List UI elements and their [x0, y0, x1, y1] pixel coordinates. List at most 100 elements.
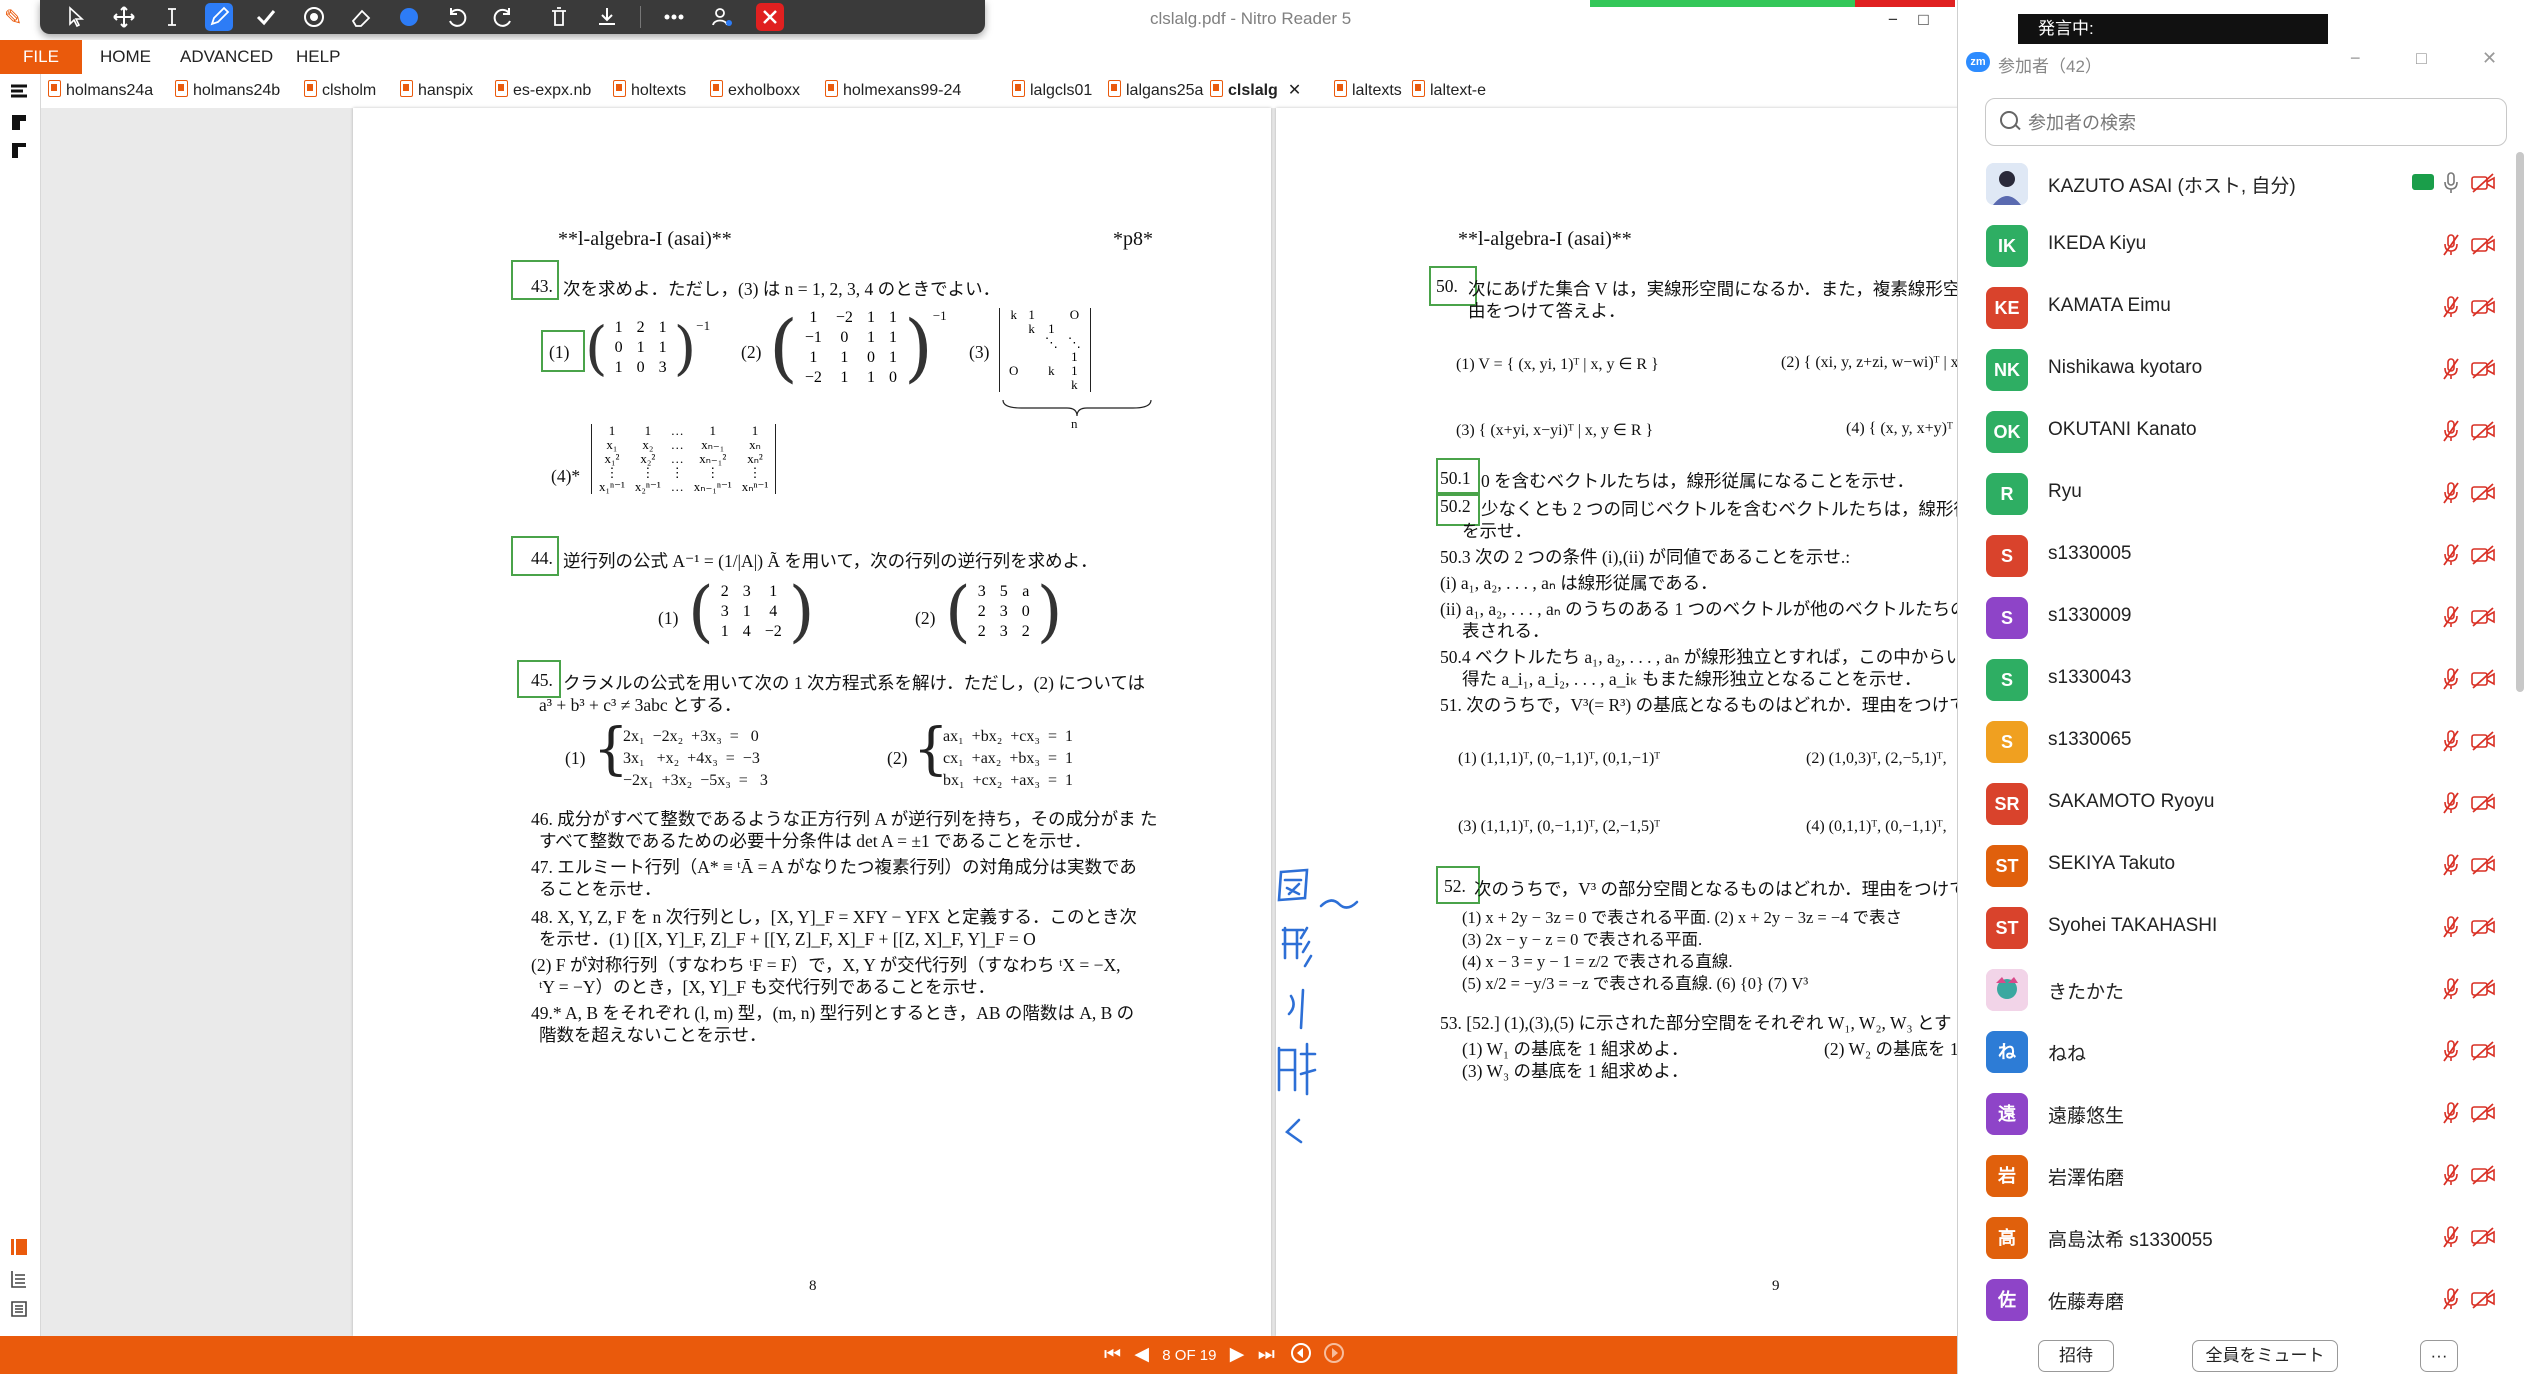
participant-row[interactable]: SR SAKAMOTO Ryoyu — [1958, 772, 2508, 834]
video-off-icon[interactable] — [2470, 669, 2496, 689]
participant-row[interactable]: Ss1330065 — [1958, 710, 2508, 772]
participant-row[interactable]: 佐佐藤寿磨 — [1958, 1268, 2508, 1330]
participant-row[interactable]: Ss1330043 — [1958, 648, 2508, 710]
panel-minimize-button[interactable]: − — [2350, 48, 2361, 69]
participant-row[interactable]: きたかた — [1958, 958, 2508, 1020]
last-page-button[interactable]: ⏭ — [1258, 1344, 1275, 1365]
back-view-icon[interactable] — [1290, 1342, 1312, 1364]
tab-lalgans25a[interactable]: lalgans25a — [1108, 78, 1203, 104]
participant-row[interactable]: IK IKEDA Kiyu — [1958, 214, 2508, 276]
first-page-button[interactable]: ⏮ — [1104, 1344, 1121, 1365]
tab-exholboxx[interactable]: exholboxx — [710, 78, 800, 104]
video-off-icon[interactable] — [2470, 235, 2496, 255]
bookmarks-panel-icon[interactable] — [9, 1237, 29, 1257]
muted-microphone-icon[interactable] — [2442, 977, 2460, 1001]
muted-microphone-icon[interactable] — [2442, 1163, 2460, 1187]
video-off-icon[interactable] — [2470, 545, 2496, 565]
eraser-icon[interactable] — [347, 3, 375, 31]
bold-tool-icon[interactable] — [9, 112, 29, 132]
muted-microphone-icon[interactable] — [2442, 791, 2460, 815]
color-picker-icon[interactable] — [395, 3, 423, 31]
participant-row[interactable]: KAZUTO ASAI (ホスト, 自分) — [1958, 152, 2508, 214]
participant-row[interactable]: ねねね — [1958, 1020, 2508, 1082]
muted-microphone-icon[interactable] — [2442, 1225, 2460, 1249]
tab-holmans24b[interactable]: holmans24b — [175, 78, 280, 104]
video-off-icon[interactable] — [2470, 855, 2496, 875]
video-off-icon[interactable] — [2470, 793, 2496, 813]
forward-view-icon[interactable] — [1323, 1342, 1345, 1364]
text-cursor-icon[interactable] — [158, 3, 186, 31]
tab-clsholm[interactable]: clsholm — [304, 78, 376, 104]
muted-microphone-icon[interactable] — [2442, 481, 2460, 505]
muted-microphone-icon[interactable] — [2442, 295, 2460, 319]
checkmark-icon[interactable] — [252, 3, 280, 31]
pages-panel-icon[interactable] — [9, 1269, 29, 1289]
microphone-icon[interactable] — [2442, 171, 2460, 195]
tab-es-expx[interactable]: es-expx.nb — [495, 78, 591, 104]
video-off-icon[interactable] — [2470, 359, 2496, 379]
next-page-button[interactable]: ▶ — [1230, 1344, 1245, 1365]
tab-laltexts[interactable]: laltexts — [1334, 78, 1402, 104]
undo-icon[interactable] — [442, 3, 470, 31]
participant-row[interactable]: Ss1330005 — [1958, 524, 2508, 586]
muted-microphone-icon[interactable] — [2442, 605, 2460, 629]
video-off-icon[interactable] — [2470, 1227, 2496, 1247]
move-icon[interactable] — [110, 3, 138, 31]
more-options-button[interactable]: ··· — [2420, 1340, 2458, 1372]
document-view[interactable]: **l-algebra-I (asai)** *p8* 43. 次を求めよ．ただ… — [41, 108, 1998, 1336]
participant-row[interactable]: 遠遠藤悠生 — [1958, 1082, 2508, 1144]
video-off-icon[interactable] — [2470, 421, 2496, 441]
comments-panel-icon[interactable] — [9, 1299, 29, 1319]
muted-microphone-icon[interactable] — [2442, 853, 2460, 877]
close-tab-icon[interactable]: ✕ — [1288, 82, 1301, 99]
participant-row[interactable]: NK Nishikawa kyotaro — [1958, 338, 2508, 400]
video-off-icon[interactable] — [2470, 1289, 2496, 1309]
previous-page-button[interactable]: ◀ — [1134, 1344, 1149, 1365]
nitro-app-icon[interactable]: ✎ — [4, 6, 28, 30]
video-off-icon[interactable] — [2470, 979, 2496, 999]
muted-microphone-icon[interactable] — [2442, 543, 2460, 567]
tab-holtexts[interactable]: holtexts — [613, 78, 686, 104]
panel-popout-button[interactable]: □ — [2416, 48, 2427, 69]
video-off-icon[interactable] — [2470, 1165, 2496, 1185]
participant-row[interactable]: KE KAMATA Eimu — [1958, 276, 2508, 338]
video-off-icon[interactable] — [2470, 731, 2496, 751]
shape-tool-icon[interactable] — [9, 140, 29, 160]
participant-row[interactable]: ST SEKIYA Takuto — [1958, 834, 2508, 896]
muted-microphone-icon[interactable] — [2442, 233, 2460, 257]
tab-holmexans99-24[interactable]: holmexans99-24 — [825, 78, 961, 104]
more-options-icon[interactable] — [660, 3, 688, 31]
video-off-icon[interactable] — [2470, 483, 2496, 503]
tab-lalgcls01[interactable]: lalgcls01 — [1012, 78, 1092, 104]
muted-microphone-icon[interactable] — [2442, 1039, 2460, 1063]
muted-microphone-icon[interactable] — [2442, 357, 2460, 381]
mute-all-button[interactable]: 全員をミュート — [2192, 1340, 2338, 1372]
menu-advanced[interactable]: ADVANCED — [180, 40, 273, 74]
save-download-icon[interactable] — [593, 3, 621, 31]
muted-microphone-icon[interactable] — [2442, 667, 2460, 691]
text-format-icon[interactable] — [9, 82, 29, 102]
participant-row[interactable]: ST Syohei TAKAHASHI — [1958, 896, 2508, 958]
participant-search[interactable] — [1985, 98, 2507, 146]
participant-row[interactable]: 高高島汰希 s1330055 — [1958, 1206, 2508, 1268]
participant-row[interactable]: R Ryu — [1958, 462, 2508, 524]
muted-microphone-icon[interactable] — [2442, 419, 2460, 443]
participant-row[interactable]: 岩岩澤佑磨 — [1958, 1144, 2508, 1206]
trash-icon[interactable] — [545, 3, 573, 31]
tab-holmans24a[interactable]: holmans24a — [48, 78, 153, 104]
tab-hanspix[interactable]: hanspix — [400, 78, 473, 104]
video-off-icon[interactable] — [2470, 297, 2496, 317]
panel-close-button[interactable]: ✕ — [2482, 48, 2497, 69]
video-off-icon[interactable] — [2470, 173, 2496, 193]
video-off-icon[interactable] — [2470, 917, 2496, 937]
muted-microphone-icon[interactable] — [2442, 1101, 2460, 1125]
participant-row[interactable]: Ss1330009 — [1958, 586, 2508, 648]
menu-help[interactable]: HELP — [296, 40, 340, 74]
redo-icon[interactable] — [490, 3, 518, 31]
pen-icon[interactable] — [205, 3, 233, 31]
pointer-icon[interactable] — [62, 3, 90, 31]
invite-button[interactable]: 招待 — [2038, 1340, 2114, 1372]
tab-laltext-e[interactable]: laltext-e — [1412, 78, 1486, 104]
page-indicator[interactable]: 8 OF 19 — [1162, 1347, 1216, 1364]
video-off-icon[interactable] — [2470, 607, 2496, 627]
